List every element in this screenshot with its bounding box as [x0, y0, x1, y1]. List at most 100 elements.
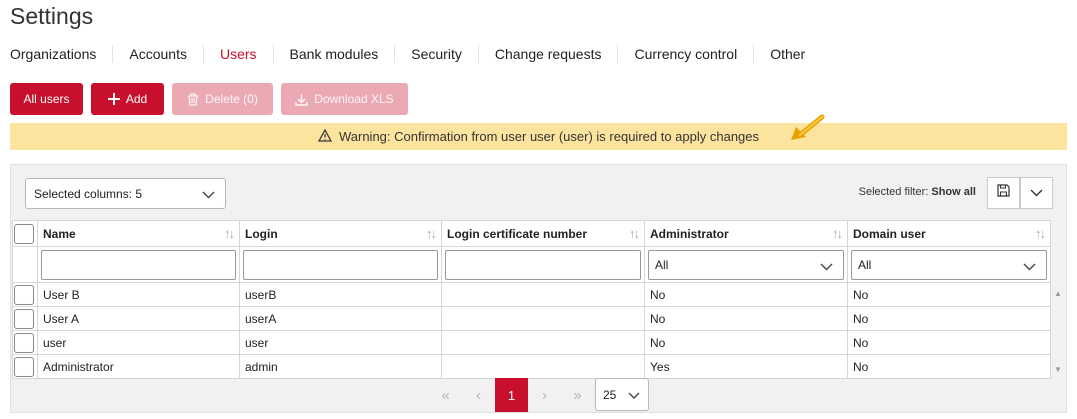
- page-size-value: 25: [603, 387, 617, 402]
- cell-administrator: Yes: [644, 354, 848, 379]
- scroll-down-icon[interactable]: ▼: [1054, 365, 1062, 374]
- last-page-button[interactable]: »: [561, 378, 594, 412]
- tab-bank-modules[interactable]: Bank modules: [274, 45, 396, 63]
- column-header-administrator[interactable]: Administrator ↑↓: [644, 220, 848, 247]
- settings-tabs: Organizations Accounts Users Bank module…: [10, 44, 821, 64]
- select-all-cell: [12, 220, 38, 247]
- save-icon: [997, 184, 1010, 202]
- arrow-pointer-icon: [788, 113, 828, 150]
- users-grid-panel: Selected columns: 5 Selected filter: Sho…: [10, 164, 1067, 413]
- page-title: Settings: [10, 3, 94, 29]
- delete-label: Delete (0): [205, 92, 258, 106]
- cert-filter-input[interactable]: [445, 249, 641, 280]
- next-page-button[interactable]: ›: [528, 378, 561, 412]
- delete-button[interactable]: Delete (0): [172, 83, 273, 115]
- plus-icon: [107, 93, 120, 105]
- table-row[interactable]: user user No No: [12, 330, 1051, 355]
- prev-page-button[interactable]: ‹: [462, 378, 495, 412]
- first-page-button[interactable]: «: [429, 378, 462, 412]
- chevron-down-icon: [1030, 184, 1043, 202]
- filter-empty-cell: [12, 246, 38, 283]
- cell-domain-user: No: [847, 306, 1051, 331]
- cell-cert: [441, 282, 645, 307]
- cell-domain-user: No: [847, 282, 1051, 307]
- cell-cert: [441, 306, 645, 331]
- table-row[interactable]: User A userA No No: [12, 306, 1051, 331]
- download-xls-button[interactable]: Download XLS: [281, 83, 408, 115]
- cell-name: Administrator: [37, 354, 240, 379]
- filter-menu-button[interactable]: [1020, 177, 1053, 209]
- column-label: Administrator: [650, 226, 729, 241]
- tab-other[interactable]: Other: [754, 45, 821, 63]
- cell-cert: [441, 354, 645, 379]
- column-header-domain-user[interactable]: Domain user ↑↓: [847, 220, 1051, 247]
- tab-organizations[interactable]: Organizations: [10, 45, 114, 63]
- cell-cert: [441, 330, 645, 355]
- row-checkbox[interactable]: [14, 284, 34, 305]
- cell-administrator: No: [644, 306, 848, 331]
- cell-login: admin: [239, 354, 442, 379]
- all-users-label: All users: [23, 92, 70, 106]
- tab-change-requests[interactable]: Change requests: [479, 45, 619, 63]
- row-select-cell: [12, 282, 38, 307]
- tab-security[interactable]: Security: [395, 45, 479, 63]
- add-button[interactable]: Add: [91, 83, 164, 115]
- columns-selector-label: Selected columns: 5: [34, 186, 143, 201]
- table-header-row: Name ↑↓ Login ↑↓ Login certificate number ↑…: [12, 220, 1051, 247]
- cell-domain-user: No: [847, 354, 1051, 379]
- cell-administrator: No: [644, 282, 848, 307]
- cell-login: user: [239, 330, 442, 355]
- chevron-down-icon: [1023, 260, 1036, 274]
- cell-name: user: [37, 330, 240, 355]
- chevron-down-icon: [628, 389, 640, 403]
- row-checkbox[interactable]: [14, 356, 34, 377]
- row-select-cell: [12, 306, 38, 331]
- filter-label: Selected filter:: [858, 186, 929, 198]
- column-header-name[interactable]: Name ↑↓: [37, 220, 240, 247]
- sort-icon[interactable]: ↑↓: [1035, 226, 1046, 241]
- table-row[interactable]: Administrator admin Yes No: [12, 354, 1051, 379]
- column-label: Domain user: [853, 226, 926, 241]
- trash-icon: [187, 92, 199, 106]
- tab-users[interactable]: Users: [204, 45, 274, 63]
- page-size-select[interactable]: 25: [595, 378, 649, 411]
- filter-row: All All: [12, 246, 1051, 283]
- selected-filter-info: Selected filter: Show all: [859, 186, 976, 198]
- warning-banner: Warning: Confirmation from user user (us…: [10, 123, 1067, 150]
- download-label: Download XLS: [314, 92, 394, 106]
- tab-accounts[interactable]: Accounts: [113, 45, 204, 63]
- sort-icon[interactable]: ↑↓: [426, 226, 437, 241]
- users-table: Name ↑↓ Login ↑↓ Login certificate number ↑…: [12, 220, 1051, 379]
- cell-login: userA: [239, 306, 442, 331]
- sort-icon[interactable]: ↑↓: [832, 226, 843, 241]
- administrator-filter-select[interactable]: All: [648, 249, 844, 280]
- domain-user-filter-select[interactable]: All: [851, 249, 1047, 280]
- table-row[interactable]: User B userB No No: [12, 282, 1051, 307]
- filter-cell: [239, 246, 442, 283]
- filter-value: Show all: [931, 186, 976, 198]
- all-users-button[interactable]: All users: [10, 83, 83, 115]
- page-button-current[interactable]: 1: [495, 378, 528, 412]
- name-filter-input[interactable]: [41, 249, 236, 280]
- column-label: Login certificate number: [447, 226, 588, 241]
- columns-selector[interactable]: Selected columns: 5: [25, 178, 226, 209]
- download-icon: [295, 93, 308, 106]
- column-header-cert[interactable]: Login certificate number ↑↓: [441, 220, 645, 247]
- row-select-cell: [12, 330, 38, 355]
- row-select-cell: [12, 354, 38, 379]
- row-checkbox[interactable]: [14, 308, 34, 329]
- warning-text: Warning: Confirmation from user user (us…: [338, 129, 760, 144]
- save-filter-button[interactable]: [987, 177, 1020, 209]
- login-filter-input[interactable]: [243, 249, 438, 280]
- sort-icon[interactable]: ↑↓: [629, 226, 640, 241]
- tab-currency-control[interactable]: Currency control: [618, 45, 755, 63]
- pagination: « ‹ 1 › »: [429, 378, 594, 412]
- select-all-checkbox[interactable]: [14, 223, 34, 244]
- cell-login: userB: [239, 282, 442, 307]
- row-checkbox[interactable]: [14, 332, 34, 353]
- column-header-login[interactable]: Login ↑↓: [239, 220, 442, 247]
- scroll-up-icon[interactable]: ▲: [1054, 289, 1062, 298]
- filter-cell: All: [847, 246, 1051, 283]
- sort-icon[interactable]: ↑↓: [224, 226, 235, 241]
- cell-administrator: No: [644, 330, 848, 355]
